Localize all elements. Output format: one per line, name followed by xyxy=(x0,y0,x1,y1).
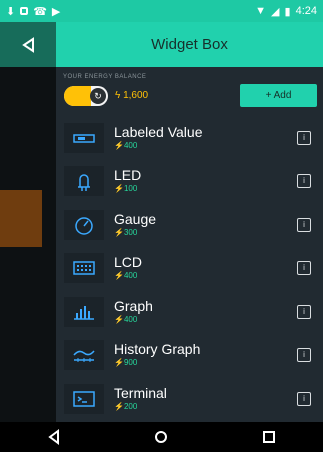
page-title: Widget Box xyxy=(151,36,228,53)
energy-value: ϟ 1,600 xyxy=(115,90,148,101)
info-icon[interactable]: i xyxy=(297,130,311,145)
play-icon: ▶ xyxy=(51,5,61,18)
energy-label: YOUR ENERGY BALANCE xyxy=(63,74,147,80)
widget-name: Terminal xyxy=(114,384,167,401)
energy-icon: ϟ xyxy=(115,90,124,101)
widget-name: Labeled Value xyxy=(114,123,203,140)
widget-row-led[interactable]: LED ⚡100 i xyxy=(56,160,323,204)
notification-icon: ⬇ xyxy=(6,5,16,18)
widget-cost: ⚡400 xyxy=(114,314,138,324)
info-icon[interactable]: i xyxy=(297,304,311,319)
header: Widget Box xyxy=(56,22,323,67)
widget-row-graph[interactable]: Graph ⚡400 i xyxy=(56,290,323,334)
led-icon xyxy=(64,166,104,197)
info-icon[interactable]: i xyxy=(297,391,311,406)
labeled-value-icon xyxy=(64,122,104,153)
widget-row-terminal[interactable]: Terminal ⚡200 i xyxy=(56,377,323,421)
energy-battery: ↻ xyxy=(64,86,108,106)
widget-name: History Graph xyxy=(114,341,201,358)
nav-back-icon[interactable] xyxy=(46,429,62,445)
history-graph-icon xyxy=(64,340,104,371)
status-bar: ⬇ ☎ ▶ ▼ ◢ ▮ 4:24 xyxy=(0,0,323,22)
info-icon[interactable]: i xyxy=(297,348,311,363)
background-widget xyxy=(0,190,42,247)
widget-row-gauge[interactable]: Gauge ⚡300 i xyxy=(56,203,323,247)
battery-status-icon: ▮ xyxy=(284,5,291,18)
widget-row-lcd[interactable]: LCD ⚡400 i xyxy=(56,247,323,291)
back-button[interactable] xyxy=(0,22,56,67)
add-energy-button[interactable]: + Add xyxy=(240,84,317,107)
widget-cost: ⚡300 xyxy=(114,227,138,237)
gallery-icon xyxy=(20,7,29,15)
widget-cost: ⚡900 xyxy=(114,358,138,368)
widget-cost: ⚡400 xyxy=(114,271,138,281)
energy-amount: 1,600 xyxy=(123,90,149,101)
lcd-icon xyxy=(64,253,104,284)
info-icon[interactable]: i xyxy=(297,261,311,276)
nav-recents-icon[interactable] xyxy=(261,429,277,445)
widget-cost: ⚡400 xyxy=(114,140,138,150)
back-icon xyxy=(22,36,34,53)
wifi-icon: ▼ xyxy=(255,5,267,17)
terminal-icon xyxy=(64,383,104,414)
status-time: 4:24 xyxy=(295,5,317,17)
widget-name: Graph xyxy=(114,297,153,314)
energy-battery-knob: ↻ xyxy=(90,88,106,104)
graph-icon xyxy=(64,296,104,327)
status-left-icons: ⬇ ☎ ▶ xyxy=(6,5,60,18)
widget-row-labeled-value[interactable]: Labeled Value ⚡400 i xyxy=(56,116,323,160)
status-right-icons: ▼ ◢ ▮ 4:24 xyxy=(255,5,317,18)
nav-home-icon[interactable] xyxy=(153,429,169,445)
info-icon[interactable]: i xyxy=(297,217,311,232)
widget-name: LCD xyxy=(114,254,143,271)
gauge-icon xyxy=(64,209,104,240)
widget-row-history-graph[interactable]: History Graph ⚡900 i xyxy=(56,334,323,378)
widget-name: LED xyxy=(114,167,142,184)
widget-name: Gauge xyxy=(114,210,157,227)
widget-cost: ⚡200 xyxy=(114,401,138,411)
android-nav-bar xyxy=(0,422,323,452)
widget-cost: ⚡100 xyxy=(114,184,138,194)
signal-icon: ◢ xyxy=(271,5,280,18)
info-icon[interactable]: i xyxy=(297,174,311,189)
phone-icon: ☎ xyxy=(33,5,47,18)
energy-battery-fill xyxy=(64,86,92,106)
widget-list: Labeled Value ⚡400 i LED ⚡100 i Gauge ⚡3… xyxy=(56,116,323,421)
